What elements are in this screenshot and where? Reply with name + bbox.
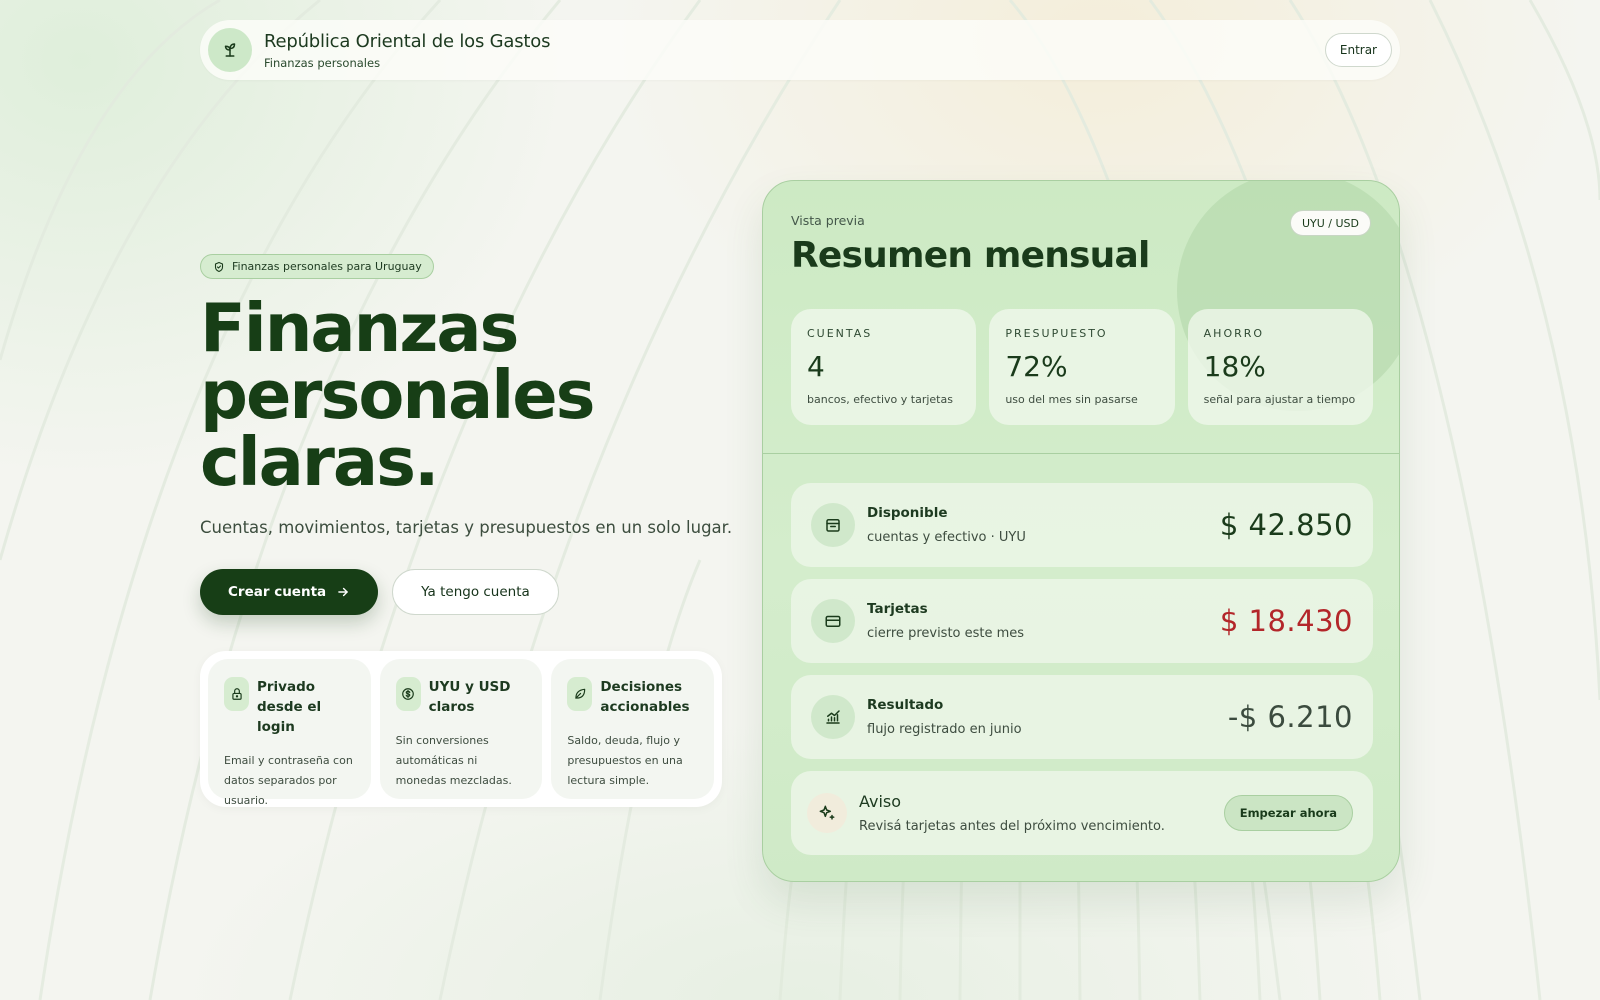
stat-budget: PRESUPUESTO 72% uso del mes sin pasarse	[989, 309, 1175, 425]
feature-description: Email y contraseña con datos separados p…	[224, 754, 353, 807]
cta-row: Crear cuenta Ya tengo cuenta	[200, 569, 730, 615]
hero-title-line-3: claras.	[200, 423, 439, 501]
brand-subtitle: Finanzas personales	[264, 55, 381, 70]
row-amount: $ 42.850	[1219, 508, 1353, 542]
card-eyebrow: Vista previa	[791, 213, 865, 228]
hero-pill: Finanzas personales para Uruguay	[200, 254, 434, 279]
row-label: Resultado	[867, 697, 944, 713]
brand-logo[interactable]	[208, 28, 252, 72]
row-label: Tarjetas	[867, 601, 928, 617]
stat-savings: AHORRO 18% señal para ajustar a tiempo	[1187, 309, 1373, 425]
alert-title: Aviso	[859, 792, 902, 811]
stat-description: uso del mes sin pasarse	[1005, 393, 1138, 406]
row-cards: Tarjetas cierre previsto este mes $ 18.4…	[791, 579, 1373, 663]
dollar-circle-icon	[395, 677, 421, 711]
alert-text: Revisá tarjetas antes del próximo vencim…	[859, 819, 1165, 834]
feature-description: Sin conversiones automáticas ni monedas …	[395, 734, 512, 787]
hero-pill-label: Finanzas personales para Uruguay	[232, 260, 422, 273]
stat-description: bancos, efectivo y tarjetas	[807, 393, 953, 406]
start-now-button[interactable]: Empezar ahora	[1223, 795, 1353, 831]
enter-button[interactable]: Entrar	[1324, 33, 1392, 67]
wallet-icon	[811, 503, 855, 547]
shield-check-icon	[214, 261, 224, 272]
hero-title: Finanzas personales claras.	[200, 295, 730, 496]
hero-subtitle: Cuentas, movimientos, tarjetas y presupu…	[200, 518, 733, 537]
row-subtitle: flujo registrado en junio	[867, 722, 1022, 737]
stat-description: señal para ajustar a tiempo	[1203, 393, 1356, 406]
summary-rows: Disponible cuentas y efectivo · UYU $ 42…	[791, 483, 1373, 867]
create-account-button[interactable]: Crear cuenta	[200, 569, 379, 615]
feature-description: Saldo, deuda, flujo y presupuestos en un…	[567, 734, 683, 787]
top-navbar: República Oriental de los Gastos Finanza…	[200, 20, 1400, 80]
brand-text: República Oriental de los Gastos Finanza…	[264, 31, 550, 70]
chart-up-icon	[811, 695, 855, 739]
alert-row: Aviso Revisá tarjetas antes del próximo …	[791, 771, 1373, 855]
sparkles-icon	[807, 793, 847, 833]
hero-title-line-1: Finanzas	[200, 289, 519, 367]
feature-card-currency: UYU y USD claros Sin conversiones automá…	[379, 659, 543, 799]
create-account-label: Crear cuenta	[228, 584, 327, 600]
brand-title: República Oriental de los Gastos	[264, 30, 551, 52]
feature-title: Privado desde el login	[257, 679, 322, 735]
row-subtitle: cierre previsto este mes	[867, 626, 1025, 641]
stat-label: AHORRO	[1203, 327, 1265, 340]
stat-value: 72%	[1005, 350, 1068, 383]
hero-title-line-2: personales	[200, 356, 596, 434]
stat-accounts: CUENTAS 4 bancos, efectivo y tarjetas	[791, 309, 977, 425]
monthly-summary-card: Vista previa Resumen mensual UYU / USD C…	[762, 180, 1400, 882]
row-result: Resultado flujo registrado en junio -$ 6…	[791, 675, 1373, 759]
row-subtitle: cuentas y efectivo · UYU	[867, 530, 1026, 545]
currency-pill[interactable]: UYU / USD	[1289, 210, 1371, 236]
row-amount: -$ 6.210	[1227, 700, 1353, 734]
login-button[interactable]: Ya tengo cuenta	[392, 569, 559, 615]
feature-card-decisions: Decisiones accionables Saldo, deuda, flu…	[551, 659, 715, 799]
arrow-right-icon	[338, 587, 348, 597]
stat-label: PRESUPUESTO	[1005, 327, 1108, 340]
feature-title: UYU y USD claros	[428, 679, 511, 715]
leaf-icon	[567, 677, 593, 711]
feature-cards: Privado desde el login Email y contraseñ…	[200, 651, 722, 807]
row-amount: $ 18.430	[1219, 604, 1353, 638]
row-available: Disponible cuentas y efectivo · UYU $ 42…	[791, 483, 1373, 567]
row-label: Disponible	[867, 505, 948, 521]
sprout-icon	[224, 43, 236, 57]
feature-card-privacy: Privado desde el login Email y contraseñ…	[208, 659, 371, 807]
stats-row: CUENTAS 4 bancos, efectivo y tarjetas PR…	[791, 309, 1373, 425]
lock-icon	[224, 677, 249, 711]
credit-card-icon	[811, 599, 855, 643]
stat-label: CUENTAS	[807, 327, 873, 340]
hero-section: Finanzas personales para Uruguay Finanza…	[200, 254, 733, 615]
stat-value: 4	[807, 350, 825, 383]
card-title: Resumen mensual	[791, 235, 1150, 276]
stat-value: 18%	[1203, 350, 1266, 383]
card-divider	[763, 453, 1399, 454]
feature-title: Decisiones accionables	[600, 679, 690, 715]
